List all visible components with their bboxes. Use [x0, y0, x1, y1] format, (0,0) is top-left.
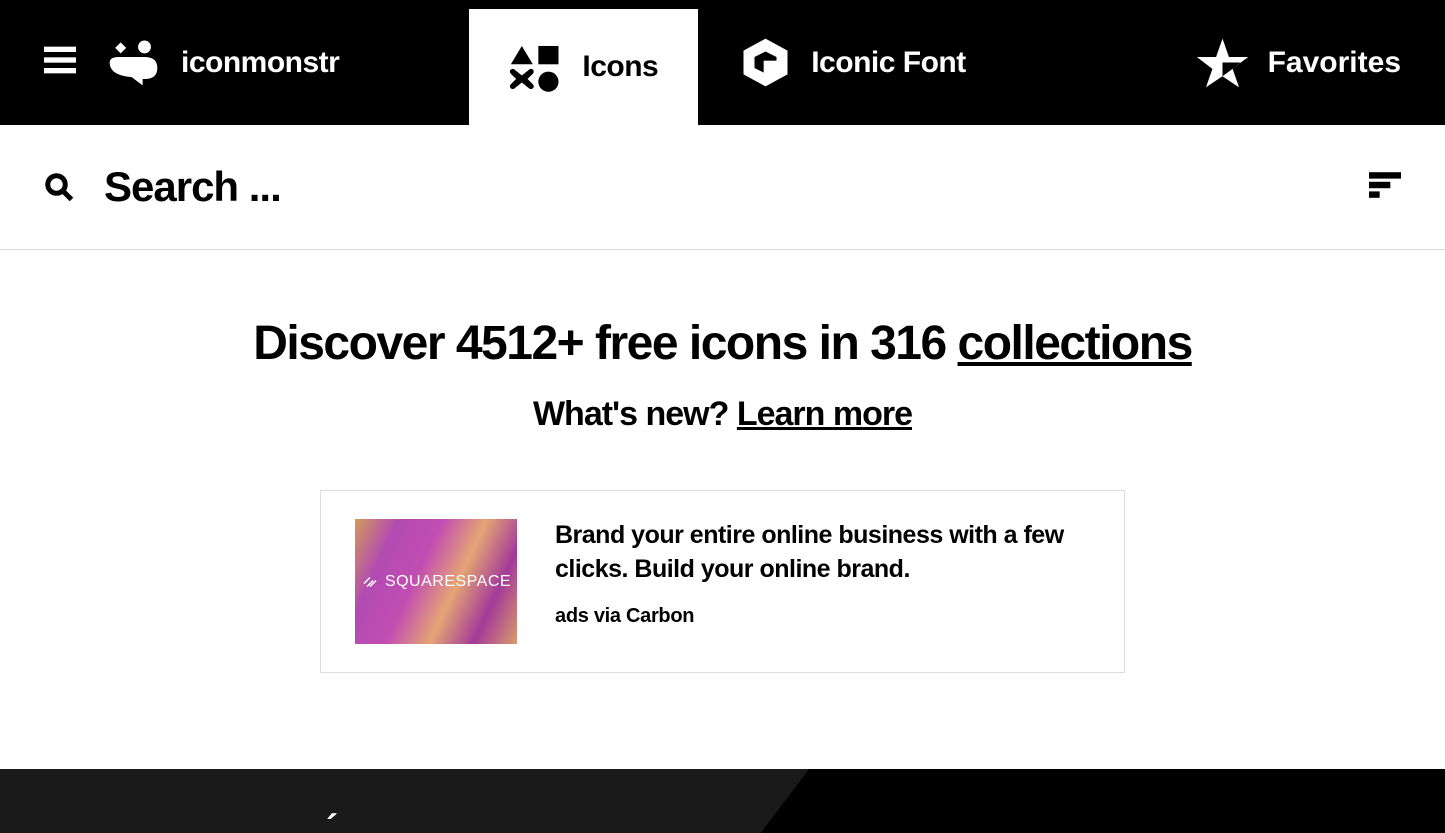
nav-iconic-font-label: Iconic Font — [811, 46, 966, 80]
ad-block[interactable]: SQUARESPACE Brand your entire online bus… — [320, 490, 1125, 673]
ad-body: Brand your entire online business with a… — [555, 519, 1090, 628]
star-icon — [1195, 35, 1250, 90]
squarespace-icon — [361, 573, 379, 591]
hexagon-icon — [738, 35, 793, 90]
search-input[interactable] — [104, 163, 1369, 211]
search-bar — [0, 125, 1445, 250]
nav-favorites-label: Favorites — [1268, 46, 1401, 80]
header: iconmonstr Icons Iconic Font — [0, 0, 1445, 125]
filter-button[interactable] — [1369, 171, 1401, 204]
brand-name: iconmonstr — [181, 46, 339, 80]
nav-favorites[interactable]: Favorites — [1195, 35, 1445, 90]
ad-brand: SQUARESPACE — [361, 573, 511, 591]
hero: Discover 4512+ free icons in 316 collect… — [0, 250, 1445, 713]
ad-image: SQUARESPACE — [355, 519, 517, 644]
ad-via: ads via Carbon — [555, 605, 1090, 628]
hamburger-icon — [44, 46, 76, 74]
ad-title: Brand your entire online business with a… — [555, 519, 1090, 587]
collections-link[interactable]: collections — [958, 317, 1192, 370]
main-nav: Icons Iconic Font — [469, 0, 1005, 125]
footer-banner: ´ — [0, 769, 1445, 833]
learn-more-link[interactable]: Learn more — [737, 395, 912, 433]
menu-button[interactable] — [0, 46, 106, 79]
logo[interactable]: iconmonstr — [106, 35, 339, 90]
collection-count: 316 — [870, 317, 946, 370]
hero-heading: Discover 4512+ free icons in 316 collect… — [20, 316, 1425, 371]
nav-icons-label: Icons — [582, 50, 658, 84]
nav-iconic-font[interactable]: Iconic Font — [698, 0, 1006, 125]
logo-icon — [106, 35, 161, 90]
nav-icons[interactable]: Icons — [469, 9, 698, 125]
shapes-icon — [509, 40, 564, 95]
filter-icon — [1369, 171, 1401, 199]
search-icon — [44, 172, 74, 202]
whatsnew-line: What's new? Learn more — [20, 395, 1425, 434]
icon-count: 4512+ — [456, 317, 583, 370]
